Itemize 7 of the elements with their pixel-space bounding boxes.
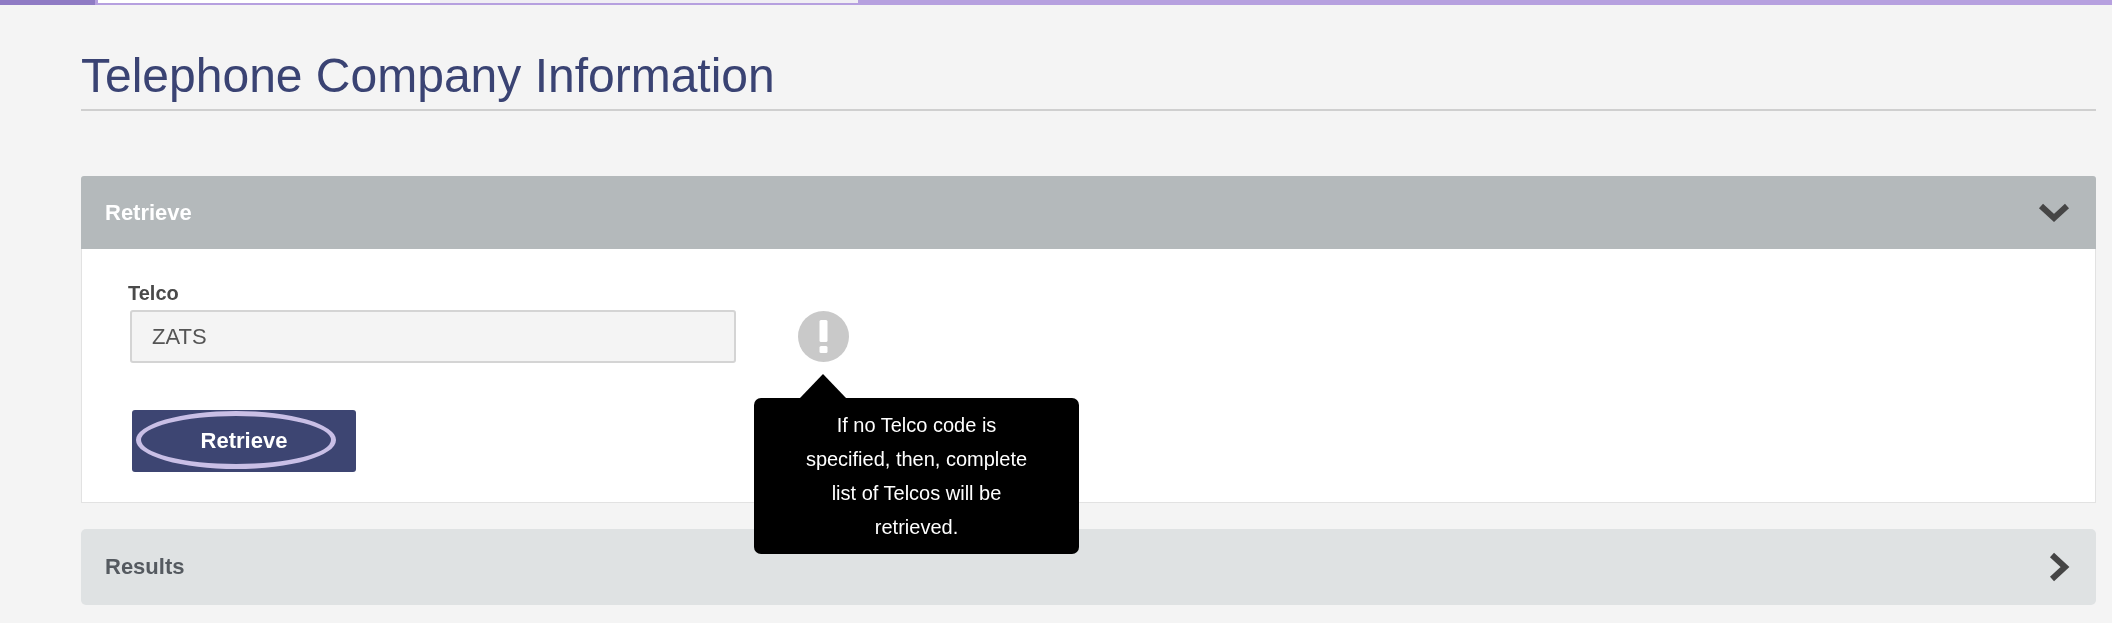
text-input[interactable]: ZATS (130, 310, 736, 363)
tooltip-arrow (800, 374, 846, 398)
retrieve-button[interactable]: Retrieve (132, 410, 356, 472)
tooltip: If no Telco code is specified, then, complete list of Telcos will be retrieved. (754, 374, 1079, 554)
exclamation-icon[interactable] (798, 311, 849, 362)
page-title: Telephone Company Information (81, 48, 775, 104)
field-label: Telco (128, 281, 179, 305)
